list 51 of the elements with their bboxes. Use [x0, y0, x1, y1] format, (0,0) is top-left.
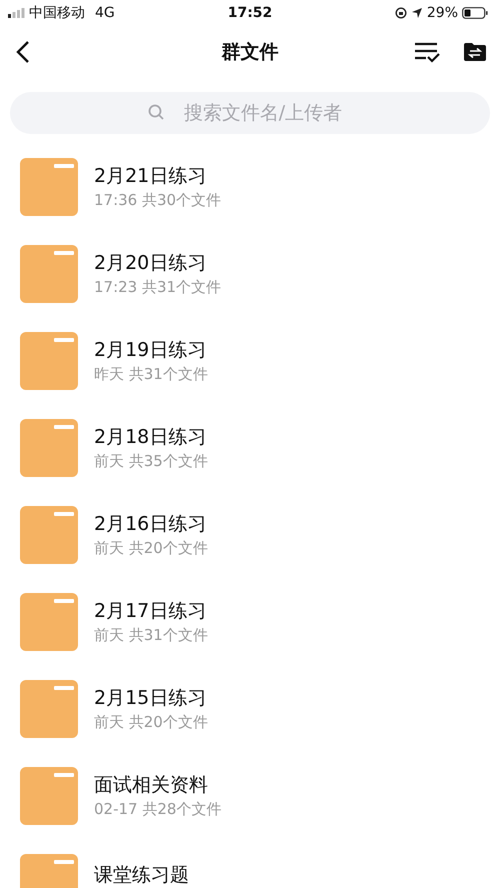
folder-details: 前天 共20个文件 — [94, 539, 208, 558]
folder-item[interactable]: 课堂练习题 — [0, 846, 500, 888]
folder-details: 前天 共20个文件 — [94, 713, 208, 732]
battery-percent: 29% — [426, 5, 458, 21]
folder-details: 前天 共31个文件 — [94, 626, 208, 645]
location-arrow-icon — [410, 7, 423, 19]
folder-icon — [20, 332, 78, 390]
folder-name: 面试相关资料 — [94, 773, 209, 798]
search-icon — [148, 104, 165, 121]
folder-item[interactable]: 面试相关资料 02-17 共28个文件 — [0, 759, 500, 846]
multi-select-button[interactable] — [414, 41, 440, 63]
back-chevron-icon — [16, 40, 30, 64]
folder-name: 2月19日练习 — [94, 338, 208, 363]
back-button[interactable] — [16, 40, 30, 64]
folder-details: 前天 共35个文件 — [94, 452, 208, 471]
signal-icon — [8, 8, 25, 18]
folder-icon — [20, 766, 78, 824]
folder-item[interactable]: 2月16日练习 前天 共20个文件 — [0, 498, 500, 585]
folder-name: 2月17日练习 — [94, 599, 208, 624]
folder-name: 2月16日练习 — [94, 512, 208, 537]
folder-name: 2月18日练习 — [94, 425, 208, 450]
folder-icon — [20, 158, 78, 216]
folder-item[interactable]: 2月21日练习 17:36 共30个文件 — [0, 150, 500, 237]
folder-transfer-button[interactable] — [464, 43, 486, 61]
folder-name: 2月20日练习 — [94, 251, 208, 276]
clock-time: 17:52 — [228, 5, 272, 21]
folder-item[interactable]: 2月17日练习 前天 共31个文件 — [0, 585, 500, 672]
folder-name: 课堂练习题 — [94, 862, 189, 888]
network-type: 4G — [95, 5, 115, 21]
folder-name: 2月15日练习 — [94, 686, 208, 711]
folder-details: 17:36 共30个文件 — [94, 191, 222, 210]
folder-item[interactable]: 2月20日练习 17:23 共31个文件 — [0, 237, 500, 324]
folder-item[interactable]: 2月19日练习 昨天 共31个文件 — [0, 324, 500, 411]
page-title: 群文件 — [222, 40, 278, 65]
battery-icon — [462, 7, 488, 19]
folder-name: 2月21日练习 — [94, 164, 208, 189]
list-check-icon — [414, 41, 440, 63]
folder-details: 昨天 共31个文件 — [94, 365, 208, 384]
folder-icon — [20, 418, 78, 476]
folder-icon — [20, 244, 78, 302]
folder-details: 17:23 共31个文件 — [94, 278, 222, 297]
folder-swap-icon — [464, 43, 486, 61]
folder-item[interactable]: 2月18日练习 前天 共35个文件 — [0, 411, 500, 498]
folder-icon — [20, 506, 78, 564]
folder-icon — [20, 680, 78, 738]
folder-item[interactable]: 2月15日练习 前天 共20个文件 — [0, 672, 500, 759]
carrier-name: 中国移动 — [29, 4, 85, 22]
folder-icon — [20, 592, 78, 650]
folder-details: 02-17 共28个文件 — [94, 800, 222, 819]
search-field[interactable]: 搜索文件名/上传者 — [10, 92, 490, 134]
rotation-lock-icon — [394, 7, 407, 19]
